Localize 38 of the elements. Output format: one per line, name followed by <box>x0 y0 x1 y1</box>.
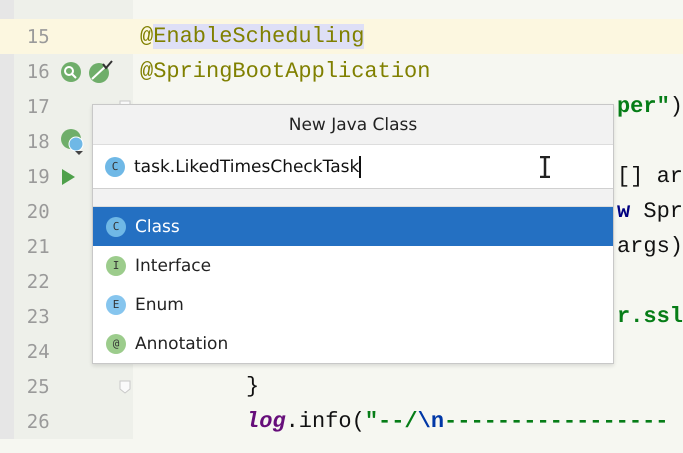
line-number: 17 <box>26 96 50 118</box>
code-line: r.ssl <box>616 304 683 329</box>
line-number: 15 <box>26 26 50 48</box>
line-number: 19 <box>26 166 50 188</box>
text-cursor-icon[interactable] <box>539 156 551 178</box>
kind-list-item[interactable]: @ Annotation <box>93 324 613 363</box>
line-number: 16 <box>26 60 50 82</box>
run-icon[interactable] <box>60 168 76 186</box>
dialog-title: New Java Class <box>288 114 418 134</box>
line-number: 22 <box>26 270 50 292</box>
line-number: 24 <box>26 340 50 362</box>
line-number: 25 <box>26 376 50 398</box>
class-icon: C <box>105 156 125 176</box>
bean-class-icon[interactable] <box>60 128 86 156</box>
code-line: @EnableScheduling <box>140 24 364 49</box>
line-number: 21 <box>26 236 50 258</box>
kind-list-item[interactable]: I Interface <box>93 246 613 285</box>
code-line: args) <box>616 234 683 259</box>
fold-icon[interactable] <box>119 380 132 394</box>
code-line: w Spr <box>616 199 683 224</box>
kind-icon: I <box>106 256 126 276</box>
kind-icon: @ <box>106 334 126 354</box>
name-field[interactable]: C task.LikedTimesCheckTask <box>93 145 613 189</box>
kind-list-item[interactable]: E Enum <box>93 285 613 324</box>
code-line: per") <box>616 94 683 119</box>
line-number: 18 <box>26 130 50 152</box>
code-line: } <box>246 374 260 399</box>
code-line: [] ar <box>616 164 683 189</box>
line-number: 20 <box>26 200 50 222</box>
line-number: 26 <box>26 410 50 432</box>
kind-icon: E <box>106 294 126 314</box>
kind-icon: C <box>106 216 126 236</box>
bean-check-icon[interactable] <box>88 60 114 84</box>
kind-list-item[interactable]: C Class <box>93 207 613 246</box>
line-number: 23 <box>26 306 50 328</box>
code-line: log.info("--/\n----------------- <box>246 409 668 434</box>
code-line: @SpringBootApplication <box>140 59 430 84</box>
bean-search-icon[interactable] <box>60 60 82 82</box>
